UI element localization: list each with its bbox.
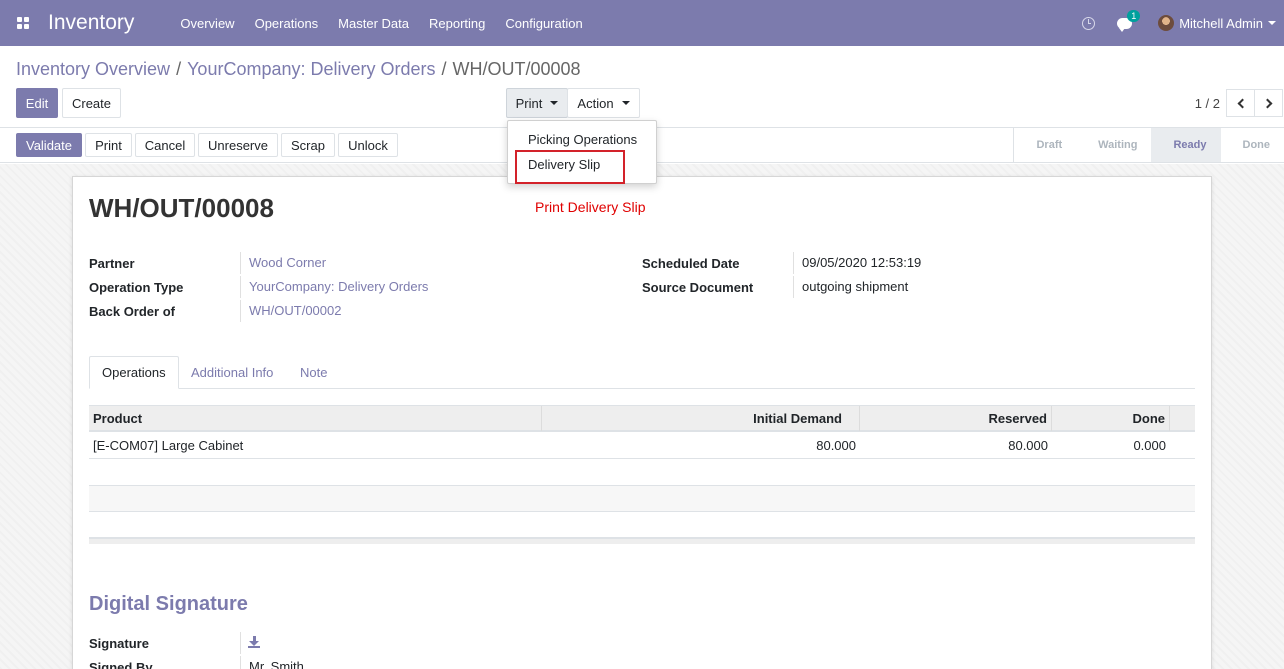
tab-operations[interactable]: Operations bbox=[89, 356, 179, 389]
edit-button[interactable]: Edit bbox=[16, 88, 58, 118]
notebook-tabs: Operations Additional Info Note bbox=[89, 356, 1195, 389]
user-avatar[interactable] bbox=[1158, 15, 1175, 31]
chevron-left-icon bbox=[1237, 98, 1247, 108]
column-done[interactable]: Done bbox=[1052, 406, 1170, 431]
unlock-button[interactable]: Unlock bbox=[338, 133, 398, 157]
column-initial-demand[interactable]: Initial Demand bbox=[542, 406, 860, 431]
print-label: Print bbox=[515, 95, 543, 111]
breadcrumb-current: WH/OUT/00008 bbox=[452, 59, 581, 79]
unreserve-button[interactable]: Unreserve bbox=[198, 133, 278, 157]
digital-signature-title: Digital Signature bbox=[89, 593, 248, 615]
cell-done: 0.000 bbox=[1133, 438, 1166, 453]
partner-label: Partner bbox=[89, 256, 135, 271]
header-print-button[interactable]: Print bbox=[85, 133, 132, 157]
annotation-text: Print Delivery Slip bbox=[535, 199, 646, 215]
table-footer bbox=[89, 538, 1195, 544]
column-reserved[interactable]: Reserved bbox=[860, 406, 1052, 431]
operation-type-label: Operation Type bbox=[89, 280, 184, 295]
cell-product: [E-COM07] Large Cabinet bbox=[93, 438, 244, 453]
pager-value[interactable]: 1 / 2 bbox=[1195, 96, 1220, 111]
partner-value[interactable]: Wood Corner bbox=[240, 252, 326, 274]
activity-clock-icon[interactable] bbox=[1082, 16, 1096, 30]
source-document-value: outgoing shipment bbox=[793, 276, 908, 298]
apps-menu-icon[interactable] bbox=[0, 0, 46, 46]
table-row[interactable]: [E-COM07] Large Cabinet 80.000 80.000 0.… bbox=[89, 433, 1195, 459]
breadcrumb-delivery-orders[interactable]: YourCompany: Delivery Orders bbox=[187, 59, 435, 80]
status-stages: Draft Waiting Ready Done bbox=[1013, 128, 1284, 162]
cell-initial-demand: 80.000 bbox=[816, 438, 856, 453]
chevron-right-icon bbox=[1262, 98, 1272, 108]
navbar-right: 1 Mitchell Admin bbox=[1082, 0, 1284, 46]
breadcrumb-inventory-overview[interactable]: Inventory Overview bbox=[16, 59, 170, 80]
caret-down-icon bbox=[621, 101, 630, 105]
menu-overview[interactable]: Overview bbox=[180, 16, 234, 31]
tab-additional-info[interactable]: Additional Info bbox=[179, 356, 285, 389]
table-row-empty bbox=[89, 486, 1195, 512]
cell-reserved: 80.000 bbox=[1008, 438, 1048, 453]
top-navbar: Inventory Overview Operations Master Dat… bbox=[0, 0, 1284, 46]
app-name[interactable]: Inventory bbox=[48, 11, 134, 35]
operations-table-header: Product Initial Demand Reserved Done bbox=[89, 405, 1195, 432]
cancel-button[interactable]: Cancel bbox=[135, 133, 195, 157]
delivery-slip-highlight bbox=[515, 150, 625, 184]
user-menu-caret-icon[interactable] bbox=[1268, 21, 1276, 25]
column-product[interactable]: Product bbox=[89, 406, 542, 431]
chat-badge: 1 bbox=[1127, 9, 1141, 22]
stage-draft[interactable]: Draft bbox=[1013, 128, 1077, 162]
operation-type-value[interactable]: YourCompany: Delivery Orders bbox=[240, 276, 428, 298]
print-dropdown-button[interactable]: Print bbox=[506, 88, 568, 118]
record-title: WH/OUT/00008 bbox=[89, 193, 274, 223]
back-order-value[interactable]: WH/OUT/00002 bbox=[240, 300, 341, 322]
source-document-label: Source Document bbox=[642, 280, 754, 295]
validate-button[interactable]: Validate bbox=[16, 133, 82, 157]
messaging-menu[interactable]: 1 bbox=[1117, 9, 1141, 32]
tab-note[interactable]: Note bbox=[288, 356, 339, 389]
menu-master-data[interactable]: Master Data bbox=[338, 16, 409, 31]
signature-label: Signature bbox=[89, 636, 149, 651]
menu-operations[interactable]: Operations bbox=[255, 16, 319, 31]
back-order-label: Back Order of bbox=[89, 304, 175, 319]
main-menu: Overview Operations Master Data Reportin… bbox=[180, 16, 602, 31]
menu-configuration[interactable]: Configuration bbox=[505, 16, 582, 31]
menu-reporting[interactable]: Reporting bbox=[429, 16, 485, 31]
download-icon[interactable] bbox=[248, 636, 260, 648]
pager-next-button[interactable] bbox=[1254, 89, 1283, 117]
stage-waiting[interactable]: Waiting bbox=[1076, 128, 1152, 162]
action-dropdown-button[interactable]: Action bbox=[567, 88, 640, 118]
breadcrumb: Inventory Overview / YourCompany: Delive… bbox=[16, 59, 581, 80]
stage-ready[interactable]: Ready bbox=[1151, 128, 1221, 162]
caret-down-icon bbox=[550, 101, 559, 105]
create-button[interactable]: Create bbox=[62, 88, 121, 118]
scheduled-date-label: Scheduled Date bbox=[642, 256, 740, 271]
stage-done[interactable]: Done bbox=[1220, 128, 1284, 162]
scrap-button[interactable]: Scrap bbox=[281, 133, 335, 157]
scheduled-date-value: 09/05/2020 12:53:19 bbox=[793, 252, 921, 274]
pager-previous-button[interactable] bbox=[1226, 89, 1255, 117]
user-name[interactable]: Mitchell Admin bbox=[1179, 16, 1263, 31]
action-label: Action bbox=[577, 95, 614, 111]
signed-by-value: Mr. Smith bbox=[240, 656, 304, 669]
breadcrumb-separator: / bbox=[441, 59, 447, 79]
breadcrumb-separator: / bbox=[176, 59, 182, 79]
signed-by-label: Signed By bbox=[89, 660, 153, 669]
table-row-empty bbox=[89, 460, 1195, 486]
menu-item-picking-operations[interactable]: Picking Operations bbox=[528, 132, 637, 147]
table-row-empty bbox=[89, 512, 1195, 538]
